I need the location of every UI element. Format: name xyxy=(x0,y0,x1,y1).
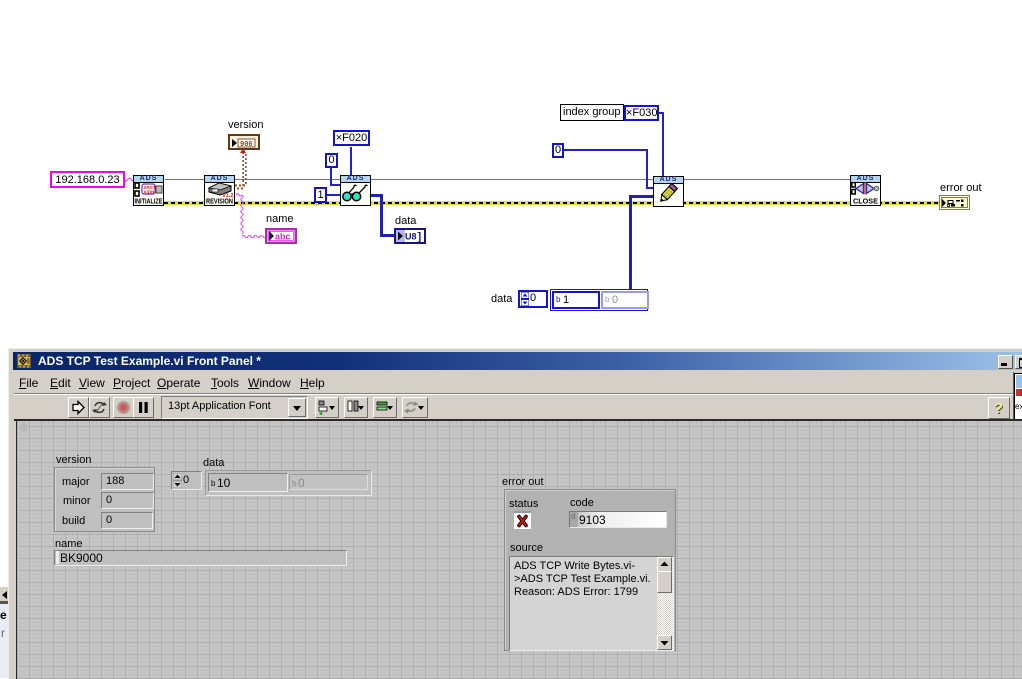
svg-text:V1.2: V1.2 xyxy=(222,193,233,198)
svg-text:REVISION: REVISION xyxy=(206,199,233,206)
svg-text:?: ? xyxy=(994,400,1003,417)
svg-text:906: 906 xyxy=(240,141,253,149)
svg-text:XIDN: XIDN xyxy=(144,190,155,195)
svg-text:abc: abc xyxy=(275,232,291,242)
svg-text:]: ] xyxy=(418,231,422,242)
svg-text:CLOSE: CLOSE xyxy=(853,199,878,206)
svg-text:INITIALIZE: INITIALIZE xyxy=(135,199,163,206)
svg-text:U8: U8 xyxy=(405,232,417,242)
